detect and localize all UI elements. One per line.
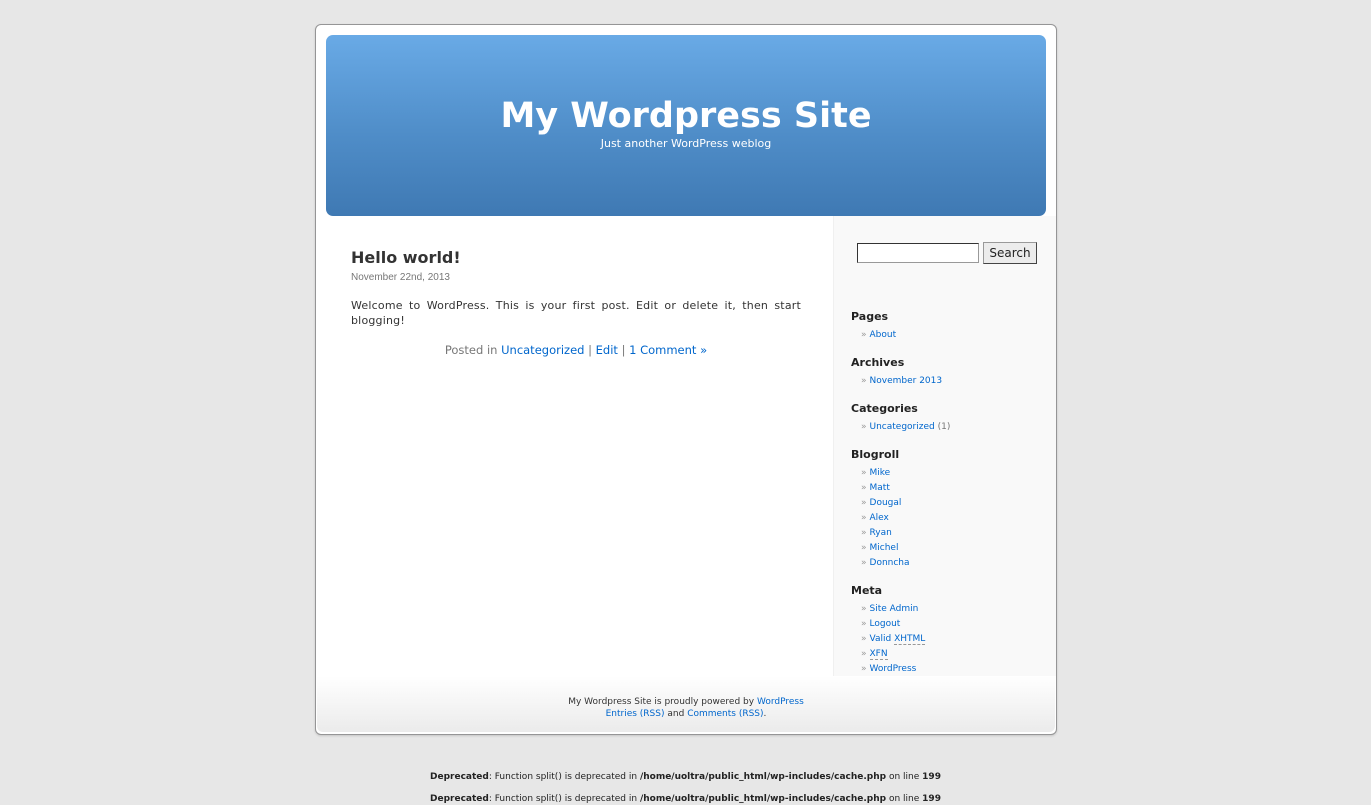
site-admin-link[interactable]: Site Admin: [870, 604, 919, 614]
widget-title: Archives: [851, 356, 905, 369]
deprecated-notice: Deprecated: Function split() is deprecat…: [0, 771, 1371, 783]
widget-categories: Categories » Uncategorized (1): [851, 402, 1051, 435]
valid-label: Valid: [869, 634, 892, 644]
meta-separator: |: [588, 343, 592, 357]
bullet: »: [861, 483, 867, 493]
blogroll-link-alex[interactable]: Alex: [870, 513, 889, 523]
logout-link[interactable]: Logout: [870, 619, 901, 629]
bullet: »: [861, 376, 867, 386]
widget-title: Blogroll: [851, 448, 900, 461]
widget-blogroll: Blogroll » Mike » Matt » Dougal » Alex » Ryan…: [851, 448, 1051, 571]
list-item: » Matt: [861, 481, 1051, 496]
blogroll-link-matt[interactable]: Matt: [870, 483, 890, 493]
post: Hello world! November 22nd, 2013 Welcome…: [351, 245, 801, 358]
site-description: Just another WordPress weblog: [600, 137, 772, 150]
xhtml-abbr: XHTML: [894, 634, 926, 645]
list-item: » Dougal: [861, 496, 1051, 511]
list-item: » Alex: [861, 511, 1051, 526]
bullet: »: [861, 528, 867, 538]
page-container: My Wordpress Site Just another WordPress…: [315, 24, 1057, 735]
blogroll-link-ryan[interactable]: Ryan: [870, 528, 892, 538]
notice-message: : Function split() is deprecated in: [488, 772, 638, 782]
list-item: » Valid XHTML: [861, 632, 1051, 647]
wordpress-link[interactable]: WordPress: [870, 664, 917, 674]
list-item: » Ryan: [861, 526, 1051, 541]
list-item: » Michel: [861, 541, 1051, 556]
notice-line-number: 199: [922, 772, 941, 782]
footer-rss-line: Entries (RSS) and Comments (RSS).: [317, 708, 1055, 720]
bullet: »: [861, 543, 867, 553]
blogroll-link-michel[interactable]: Michel: [870, 543, 899, 553]
deprecated-notice: Deprecated: Function split() is deprecat…: [0, 793, 1371, 805]
list-item: » Mike: [861, 466, 1051, 481]
sidebar: Search Pages » About Archives » November 2…: [833, 216, 1056, 676]
notice-line-number: 199: [922, 794, 941, 804]
bullet: »: [861, 634, 867, 644]
footer-period: .: [763, 709, 767, 719]
notice-on-line: on line: [888, 772, 920, 782]
page-link-about[interactable]: About: [870, 330, 897, 340]
search-button[interactable]: Search: [983, 242, 1037, 264]
blogroll-link-dougal[interactable]: Dougal: [870, 498, 902, 508]
post-title[interactable]: Hello world!: [351, 245, 801, 271]
list-item: » Donncha: [861, 556, 1051, 571]
comments-rss-link[interactable]: Comments (RSS): [687, 709, 763, 719]
widget-pages: Pages » About: [851, 310, 1051, 343]
bullet: »: [861, 513, 867, 523]
site-footer: My Wordpress Site is proudly powered by …: [317, 676, 1055, 732]
valid-xhtml-link[interactable]: Valid XHTML: [870, 634, 926, 645]
notice-label: Deprecated: [430, 794, 489, 804]
posted-in-label: Posted in: [444, 343, 498, 357]
post-date: November 22nd, 2013: [351, 272, 450, 283]
search-input[interactable]: [857, 243, 979, 263]
meta-separator: |: [621, 343, 626, 357]
notice-on-line: on line: [888, 794, 920, 804]
footer-wordpress-link[interactable]: WordPress: [757, 697, 804, 707]
site-title-link[interactable]: My Wordpress Site: [326, 95, 1046, 137]
bullet: »: [861, 558, 867, 568]
category-link[interactable]: Uncategorized: [501, 343, 584, 357]
list-item: » About: [861, 328, 1051, 343]
notice-path: /home/uoltra/public_html/wp-includes/cac…: [639, 772, 887, 782]
bullet: »: [861, 619, 867, 629]
comments-link[interactable]: 1 Comment »: [629, 343, 707, 357]
widget-meta: Meta » Site Admin » Logout » Valid XHTML » X…: [851, 584, 1051, 677]
notice-label: Deprecated: [430, 772, 489, 782]
footer-powered-text: My Wordpress Site is proudly powered by: [568, 697, 755, 707]
widget-title: Pages: [851, 310, 889, 323]
footer-powered-line: My Wordpress Site is proudly powered by …: [317, 676, 1055, 708]
category-count: (1): [937, 422, 951, 432]
bullet: »: [861, 468, 867, 478]
bullet: »: [861, 422, 867, 432]
entries-rss-link[interactable]: Entries (RSS): [606, 709, 665, 719]
list-item: » Logout: [861, 617, 1051, 632]
search-form: Search: [857, 242, 1037, 264]
post-meta: Posted in Uncategorized | Edit | 1 Comme…: [351, 343, 801, 358]
bullet: »: [861, 498, 867, 508]
list-item: » Site Admin: [861, 602, 1051, 617]
post-body: Welcome to WordPress. This is your first…: [351, 299, 801, 327]
widget-title: Categories: [851, 402, 918, 415]
notice-message: : Function split() is deprecated in: [488, 794, 638, 804]
bullet: »: [861, 649, 867, 659]
notice-path: /home/uoltra/public_html/wp-includes/cac…: [639, 794, 887, 804]
xfn-link[interactable]: XFN: [869, 649, 888, 660]
footer-and-text: and: [667, 709, 685, 719]
edit-link[interactable]: Edit: [596, 343, 618, 357]
category-link-uncategorized[interactable]: Uncategorized: [870, 422, 935, 432]
list-item: » November 2013: [861, 374, 1051, 389]
blogroll-link-donncha[interactable]: Donncha: [870, 558, 910, 568]
list-item: » WordPress: [861, 662, 1051, 677]
blogroll-link-mike[interactable]: Mike: [870, 468, 891, 478]
bullet: »: [861, 664, 867, 674]
bullet: »: [861, 604, 867, 614]
main-content: Hello world! November 22nd, 2013 Welcome…: [351, 245, 801, 358]
list-item: » XFN: [861, 647, 1051, 662]
site-header: My Wordpress Site Just another WordPress…: [326, 35, 1046, 216]
widget-title: Meta: [851, 584, 883, 597]
archive-link[interactable]: November 2013: [870, 376, 943, 386]
bullet: »: [861, 330, 867, 340]
widget-archives: Archives » November 2013: [851, 356, 1051, 389]
list-item: » Uncategorized (1): [861, 420, 1051, 435]
